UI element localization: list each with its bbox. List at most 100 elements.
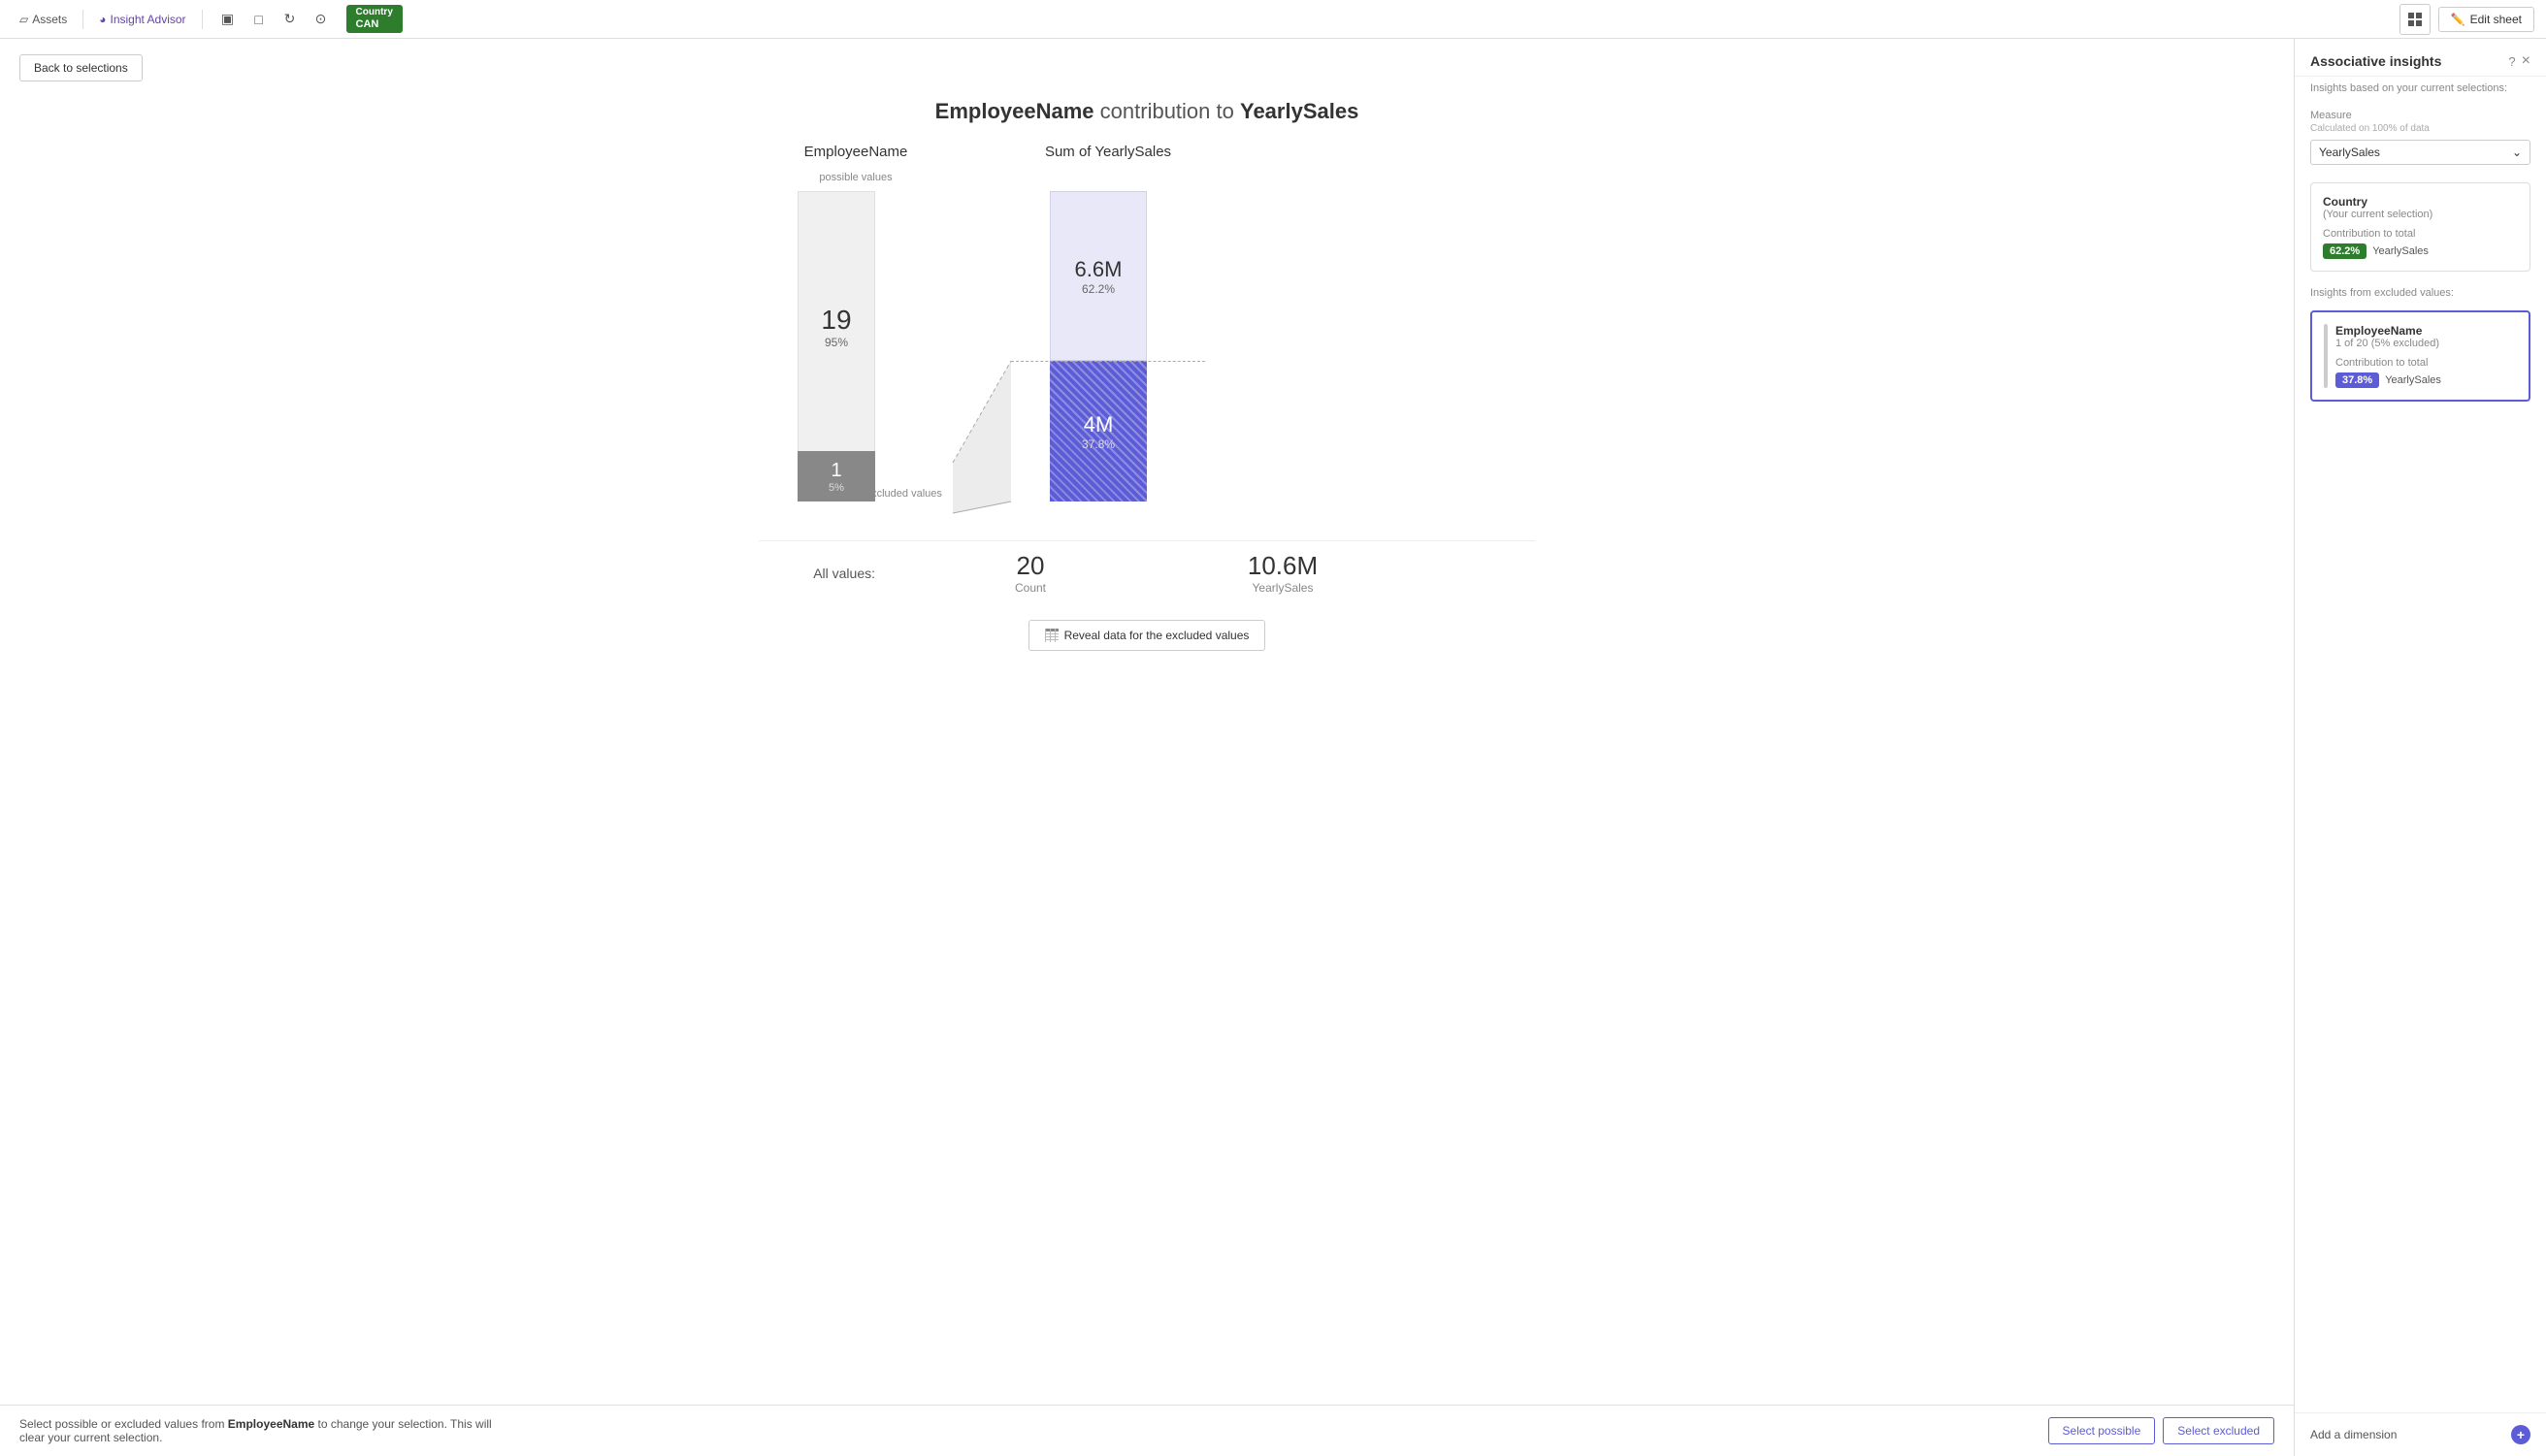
country-contribution-label: Contribution to total <box>2323 228 2518 240</box>
sum-bar-wrapper: 6.6M 62.2% 4M 37.8% <box>1011 172 1205 521</box>
possible-bar: 19 95% <box>798 191 875 463</box>
panel-help-icon[interactable]: ? <box>2508 54 2515 69</box>
insight-card-inner: EmployeeName 1 of 20 (5% excluded) Contr… <box>2324 324 2517 388</box>
country-pct-badge: 62.2% <box>2323 243 2366 259</box>
add-dimension-icon: + <box>2511 1425 2530 1444</box>
bottom-bar-buttons: Select possible Select excluded <box>2048 1417 2274 1444</box>
settings-btn[interactable]: ⊙ <box>308 6 335 33</box>
sum-excluded-pct: 37.8% <box>1082 437 1115 451</box>
excluded-field-title: EmployeeName <box>2335 324 2517 338</box>
all-sum-label: YearlySales <box>1253 581 1314 595</box>
possible-count: 19 <box>821 305 851 336</box>
bottom-bar: Select possible or excluded values from … <box>0 1405 2294 1456</box>
measure-sub: Calculated on 100% of data <box>2310 123 2530 134</box>
chart-columns: EmployeeName possible values 19 95% 1 5%… <box>759 144 1535 521</box>
excluded-section-label: Insights from excluded values: <box>2295 279 2546 303</box>
panel-title: Associative insights <box>2310 53 2441 69</box>
topbar: ▱ Assets ◕ Insight Advisor ▣ □ ↻ ⊙ Count… <box>0 0 2546 39</box>
topbar-divider2 <box>202 10 203 29</box>
add-dimension-row[interactable]: Add a dimension + <box>2295 1412 2546 1456</box>
excluded-field-sub: 1 of 20 (5% excluded) <box>2335 338 2517 349</box>
excluded-pct-badge: 37.8% <box>2335 372 2379 388</box>
zoom-full-btn[interactable]: □ <box>245 6 273 33</box>
country-tag-value: CAN <box>356 18 393 31</box>
select-excluded-btn[interactable]: Select excluded <box>2163 1417 2274 1444</box>
bottom-field-name: EmployeeName <box>228 1417 314 1431</box>
all-count-value: 20 <box>1017 551 1045 581</box>
excluded-pct: 5% <box>829 482 844 494</box>
assets-icon: ▱ <box>19 13 28 26</box>
panel-close-btn[interactable]: × <box>2522 52 2530 70</box>
country-filter-tag[interactable]: Country CAN <box>346 5 403 33</box>
all-values-label: All values: <box>759 566 875 581</box>
bottom-text-prefix: Select possible or excluded values from <box>19 1417 224 1431</box>
sum-possible-value: 6.6M <box>1075 257 1123 282</box>
all-values-row: All values: 20 Count 10.6M YearlySales <box>759 540 1535 604</box>
edit-sheet-label: Edit sheet <box>2470 13 2522 26</box>
insight-card-bar <box>2324 324 2328 388</box>
sum-excluded-value: 4M <box>1084 412 1114 437</box>
insight-advisor-btn[interactable]: ◕ Insight Advisor <box>91 9 193 30</box>
insight-label: Insight Advisor <box>111 13 186 26</box>
sum-possible-bar: 6.6M 62.2% <box>1050 191 1147 361</box>
all-sum-item: 10.6M YearlySales <box>1186 551 1380 595</box>
measure-select-value: YearlySales <box>2319 146 2380 159</box>
country-measure-label: YearlySales <box>2372 245 2429 257</box>
toolbar-icons: ▣ □ ↻ ⊙ <box>214 6 335 33</box>
excluded-bar: 1 5% <box>798 451 875 502</box>
all-count-item: 20 Count <box>933 551 1127 595</box>
country-field-sub: (Your current selection) <box>2323 209 2518 220</box>
country-field-title: Country <box>2323 195 2518 209</box>
possible-pct: 95% <box>825 336 848 349</box>
grid-view-btn[interactable] <box>2399 4 2431 35</box>
back-btn-row: Back to selections <box>0 39 2294 89</box>
connector-svg <box>953 191 1011 521</box>
measure-select[interactable]: YearlySales ⌄ <box>2310 140 2530 165</box>
panel-header: Associative insights ? × <box>2295 39 2546 77</box>
topbar-right: ✏️ Edit sheet <box>2399 4 2534 35</box>
country-insight-card: Country (Your current selection) Contrib… <box>2310 182 2530 272</box>
sum-possible-pct: 62.2% <box>1082 282 1115 296</box>
chart-title-field: EmployeeName <box>935 99 1094 123</box>
yearly-sales-col-header: Sum of YearlySales <box>1045 144 1171 160</box>
all-count-label: Count <box>1015 581 1046 595</box>
reveal-excluded-btn[interactable]: Reveal data for the excluded values <box>1028 620 1266 651</box>
back-to-selections-btn[interactable]: Back to selections <box>19 54 143 81</box>
assets-label: Assets <box>32 13 67 26</box>
chart-title-measure: YearlySales <box>1240 99 1358 123</box>
employee-col: EmployeeName possible values 19 95% 1 5%… <box>759 144 953 521</box>
insight-card-content: EmployeeName 1 of 20 (5% excluded) Contr… <box>2335 324 2517 388</box>
zoom-fit-btn[interactable]: ▣ <box>214 6 242 33</box>
right-panel: Associative insights ? × Insights based … <box>2294 39 2546 1456</box>
grid-icon <box>2407 12 2423 27</box>
chevron-down-icon: ⌄ <box>2512 146 2522 159</box>
dashed-connector <box>1011 361 1205 362</box>
excluded-values-label: excluded values <box>865 488 942 500</box>
excluded-contribution-row: 37.8% YearlySales <box>2335 372 2517 388</box>
main-area: Back to selections EmployeeName contribu… <box>0 39 2294 1456</box>
all-sum-value: 10.6M <box>1248 551 1318 581</box>
employee-insight-card[interactable]: EmployeeName 1 of 20 (5% excluded) Contr… <box>2310 310 2530 402</box>
edit-icon: ✏️ <box>2451 13 2465 26</box>
assets-btn[interactable]: ▱ Assets <box>12 9 75 30</box>
chart-title-connector: contribution to <box>1100 99 1234 123</box>
excluded-contribution-label: Contribution to total <box>2335 357 2517 369</box>
chart-title: EmployeeName contribution to YearlySales <box>0 99 2294 124</box>
measure-label: Measure <box>2310 110 2530 121</box>
excluded-measure-label: YearlySales <box>2385 374 2441 386</box>
table-icon <box>1045 629 1059 642</box>
rotate-btn[interactable]: ↻ <box>277 6 304 33</box>
employee-col-header: EmployeeName <box>804 144 908 160</box>
possible-values-label: possible values <box>819 172 892 183</box>
edit-sheet-btn[interactable]: ✏️ Edit sheet <box>2438 7 2534 32</box>
bottom-bar-text: Select possible or excluded values from … <box>19 1417 505 1444</box>
add-dimension-label: Add a dimension <box>2310 1428 2397 1441</box>
reveal-btn-label: Reveal data for the excluded values <box>1064 629 1250 642</box>
employee-bar-wrapper: possible values 19 95% 1 5% excluded val… <box>759 172 953 521</box>
sum-excluded-bar: 4M 37.8% <box>1050 361 1147 502</box>
panel-subtitle: Insights based on your current selection… <box>2295 77 2546 100</box>
select-possible-btn[interactable]: Select possible <box>2048 1417 2156 1444</box>
yearly-sales-col: Sum of YearlySales 6.6M 62.2% <box>1011 144 1205 521</box>
measure-section: Measure Calculated on 100% of data Yearl… <box>2295 100 2546 175</box>
main-layout: Back to selections EmployeeName contribu… <box>0 39 2546 1456</box>
